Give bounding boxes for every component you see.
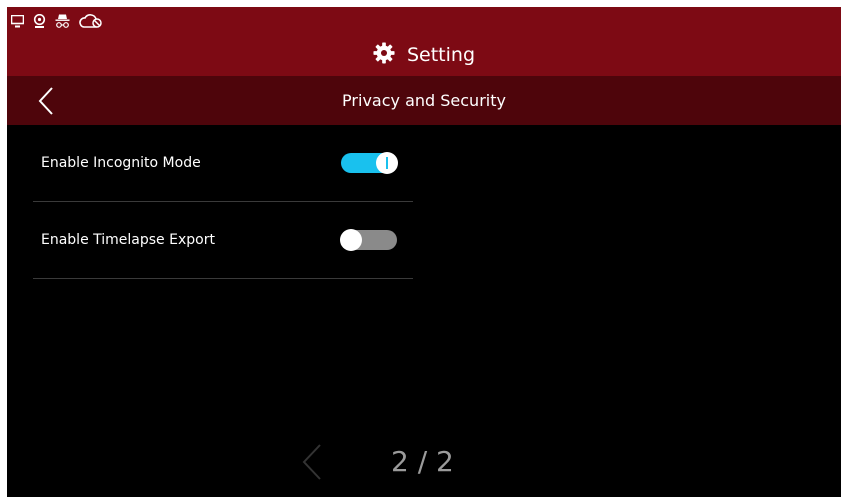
header-title-group: Setting <box>7 39 841 71</box>
webcam-icon <box>33 14 46 28</box>
section-title: Privacy and Security <box>342 91 506 110</box>
screen: Setting Privacy and Security Enable Inco… <box>7 7 841 497</box>
setting-label-incognito: Enable Incognito Mode <box>41 155 201 171</box>
setting-label-timelapse: Enable Timelapse Export <box>41 232 215 248</box>
timelapse-export-toggle[interactable] <box>340 229 397 251</box>
toggle-on-indicator <box>386 157 388 169</box>
page-indicator: 2 / 2 <box>391 445 454 478</box>
toggle-knob <box>376 152 398 174</box>
gear-icon <box>373 42 395 68</box>
monitor-icon <box>11 14 24 28</box>
header-bar: Setting <box>7 7 841 76</box>
setting-row-incognito: Enable Incognito Mode <box>33 125 413 202</box>
page-title: Setting <box>406 44 476 66</box>
settings-list: Enable Incognito Mode Enable Timelapse E… <box>33 125 413 279</box>
incognito-icon <box>55 14 70 28</box>
setting-row-timelapse: Enable Timelapse Export <box>33 202 413 279</box>
incognito-toggle[interactable] <box>341 152 398 174</box>
previous-page-button[interactable] <box>297 442 327 482</box>
status-icons <box>11 9 103 33</box>
chevron-left-icon <box>302 444 321 480</box>
pagination: 2 / 2 <box>7 437 841 487</box>
toggle-knob <box>340 229 362 251</box>
cloud-off-icon <box>79 13 103 29</box>
subheader-bar: Privacy and Security <box>7 76 841 125</box>
